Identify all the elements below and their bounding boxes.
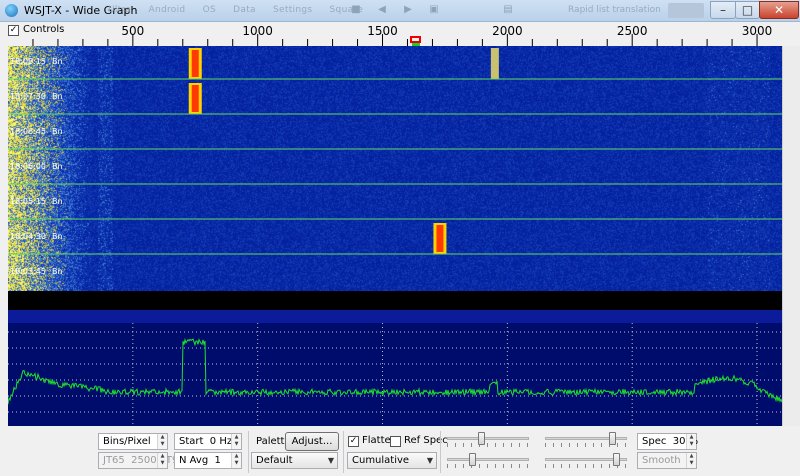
- timestamp-label: 18:06:45: [10, 127, 46, 136]
- spec-label: Spec: [642, 436, 667, 447]
- zero-slider-thumb[interactable]: [609, 432, 617, 445]
- maximize-button[interactable]: □: [735, 1, 760, 19]
- close-button[interactable]: ✕: [759, 1, 799, 19]
- ref-spec-label: Ref Spec: [404, 435, 448, 446]
- signal-core: [191, 50, 199, 77]
- chevron-down-icon: ▼: [327, 456, 334, 465]
- minimize-button[interactable]: –: [710, 1, 736, 19]
- jt65-jt9-spinbox[interactable]: JT65 2500 JT9 ▲ ▼: [98, 452, 178, 469]
- smooth-label: Smooth: [642, 455, 681, 466]
- background-bookmark-icon: ▤: [503, 4, 513, 15]
- flatten-checkbox[interactable]: ✓: [348, 436, 359, 447]
- gain-slider-track[interactable]: [447, 437, 529, 440]
- frequency-scale[interactable]: 500 1000 1500 2000 2500 3000: [8, 23, 782, 46]
- start-label: Start: [179, 436, 204, 447]
- timestamp-label: 18:05:15: [10, 197, 46, 206]
- group-separator: [343, 431, 344, 473]
- navg-value: 1: [214, 455, 221, 466]
- spectrum-mode-select[interactable]: Cumulative ▼: [347, 452, 437, 469]
- spec-percent-spinbox[interactable]: Spec 30 % ▲▼: [637, 433, 698, 450]
- background-stop-icon: ■: [351, 4, 361, 15]
- background-menu-item: OS: [202, 5, 216, 15]
- spec-zero-slider-thumb[interactable]: [612, 453, 620, 466]
- waterfall-overlay: 18:08:15 Bn 18:07:30 Bn 18:06:45 Bn 18:06:00 Bn…: [8, 48, 782, 276]
- navg-spinbox[interactable]: N Avg 1 ▲ ▼: [174, 452, 242, 469]
- signal-core: [436, 225, 444, 252]
- spin-arrows-icon[interactable]: ▲ ▼: [157, 434, 167, 449]
- chevron-down-icon: ▼: [426, 456, 433, 465]
- mode-label: Bn: [52, 162, 63, 171]
- spec-gain-slider-ticks: [447, 464, 529, 468]
- background-text: Rapid list translation: [568, 5, 661, 15]
- timestamp-label: 18:03:45: [10, 267, 46, 276]
- adjust-palette-button[interactable]: Adjust...: [285, 432, 339, 451]
- group-separator: [248, 431, 249, 473]
- frequency-tick-label: 3000: [741, 24, 773, 38]
- spectrum-plot: [8, 323, 782, 426]
- frequency-tick-label: 1500: [367, 24, 398, 38]
- spin-arrows-icon[interactable]: ▲ ▼: [231, 434, 241, 449]
- mode-label: Bn: [52, 232, 63, 241]
- spec-gain-slider-thumb[interactable]: [468, 453, 476, 466]
- spin-arrows-icon[interactable]: ▲ ▼: [686, 453, 696, 468]
- group-separator: [440, 431, 441, 473]
- gain-slider-thumb[interactable]: [478, 432, 486, 445]
- title-bar[interactable]: WSJT-X - Wide Graph Ultra Android OS Dat…: [0, 0, 800, 22]
- background-tools-icon: ▣: [429, 4, 439, 15]
- mode-label: Bn: [52, 57, 63, 66]
- waterfall-spectrum-divider: [8, 291, 782, 310]
- timestamp-label: 18:07:30: [10, 92, 46, 101]
- mode-label: Bn: [52, 127, 63, 136]
- background-menu-item: Ultra: [108, 5, 132, 15]
- ref-spec-checkbox[interactable]: [390, 436, 401, 447]
- spec-gain-slider-track[interactable]: [447, 458, 529, 461]
- navg-label: N Avg: [179, 455, 209, 466]
- background-next-icon: ▶: [404, 4, 412, 15]
- background-menu-item: Data: [233, 5, 256, 15]
- mode-label: Bn: [52, 267, 63, 276]
- frequency-tick-label: 2500: [616, 24, 648, 38]
- background-button: [668, 3, 704, 18]
- start-value: 0 Hz: [209, 436, 233, 447]
- frequency-tick-label: 500: [121, 24, 145, 38]
- background-menu-item: Android: [148, 5, 186, 15]
- timestamp-label: 18:08:15: [10, 57, 46, 66]
- wide-graph-window: WSJT-X - Wide Graph Ultra Android OS Dat…: [0, 0, 800, 476]
- mode-label: Bn: [52, 92, 63, 101]
- gain-slider-ticks: [447, 443, 529, 447]
- spin-arrows-icon[interactable]: ▲ ▼: [231, 453, 241, 468]
- frequency-tick-label: 1000: [242, 24, 273, 38]
- palette-value: Default: [256, 455, 293, 466]
- background-prev-icon: ◀: [378, 4, 386, 15]
- wsjtx-app-icon: [5, 4, 18, 17]
- background-menu-item: Settings: [273, 5, 313, 15]
- spectrum-mode-value: Cumulative: [352, 455, 410, 466]
- jt65-label: JT65: [103, 455, 125, 466]
- wide-graph-controls: Bins/Pixel 4 ▲▼ Start 0 Hz ▲▼ JT65 2500 …: [0, 428, 800, 476]
- frequency-tick-label: 2000: [492, 24, 523, 38]
- vertical-scrollbar[interactable]: [782, 46, 800, 426]
- waterfall-display[interactable]: 18:08:15 Bn 18:07:30 Bn 18:06:45 Bn 18:06:00 Bn…: [8, 46, 782, 291]
- bins-per-pixel-label: Bins/Pixel: [103, 436, 151, 447]
- bins-per-pixel-spinbox[interactable]: Bins/Pixel 4 ▲▼: [98, 433, 168, 450]
- spectrum-display[interactable]: [8, 310, 782, 426]
- timestamp-label: 18:04:30: [10, 232, 46, 241]
- palette-select[interactable]: Default ▼: [251, 452, 338, 469]
- signal-trace: [490, 48, 499, 79]
- jt65-value: 2500: [131, 455, 157, 466]
- timestamp-label: 18:06:00: [10, 162, 46, 171]
- mode-label: Bn: [52, 197, 63, 206]
- background-menu-bar: Ultra Android OS Data Settings Square: [108, 5, 377, 15]
- spin-arrows-icon[interactable]: ▲ ▼: [686, 434, 696, 449]
- tx-frequency-marker[interactable]: [409, 36, 421, 43]
- smooth-spinbox[interactable]: Smooth 1 ▲▼: [637, 452, 697, 469]
- start-frequency-spinbox[interactable]: Start 0 Hz ▲ ▼: [174, 433, 242, 450]
- spin-arrows-icon[interactable]: ▲ ▼: [157, 453, 167, 468]
- signal-core: [191, 85, 199, 112]
- spectrum-trace: [8, 338, 782, 405]
